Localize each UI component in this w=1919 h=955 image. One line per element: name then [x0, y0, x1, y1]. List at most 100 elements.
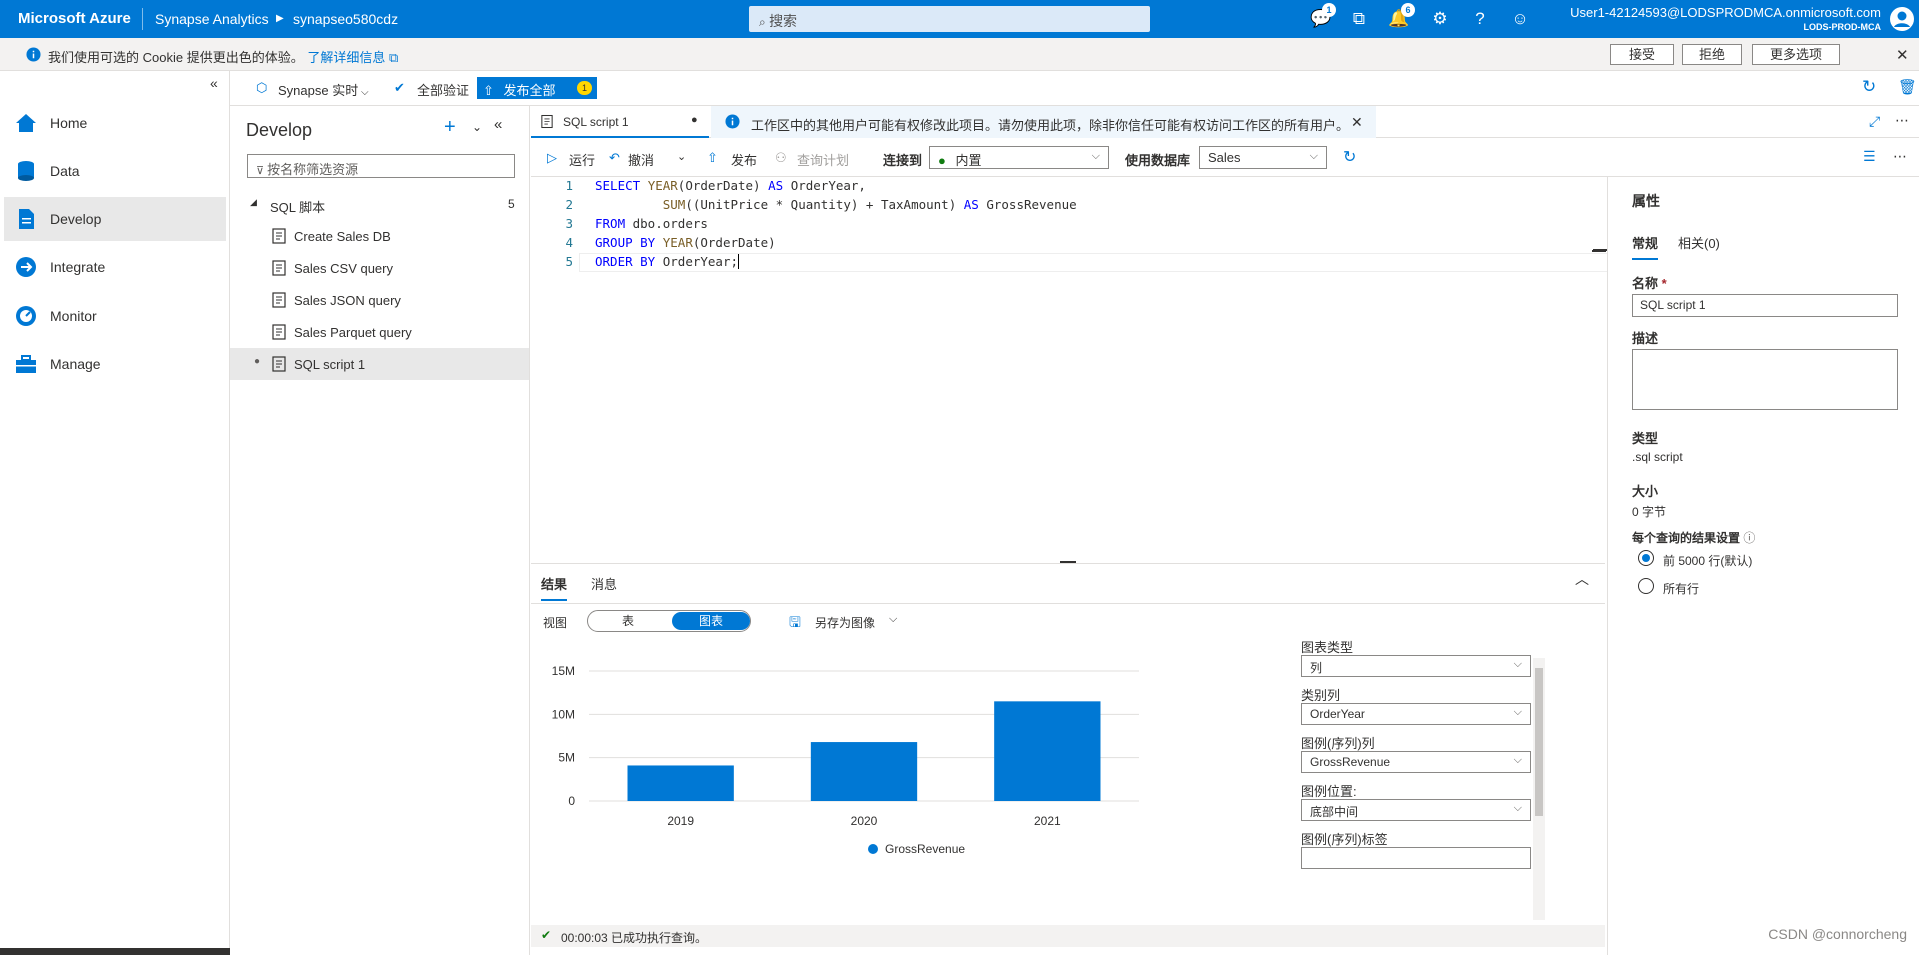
- scroll-thumb[interactable]: [1535, 668, 1543, 816]
- breadcrumb-arrow-icon: ▶: [276, 13, 284, 24]
- database-dropdown[interactable]: Sales ⌵: [1199, 146, 1327, 169]
- legend-label-input[interactable]: [1301, 847, 1531, 869]
- filter-input[interactable]: ⊽ 按名称筛选资源: [247, 154, 515, 178]
- chart-type-dropdown[interactable]: 列 ⌵: [1301, 655, 1531, 677]
- refresh-icon[interactable]: ↻: [1343, 147, 1356, 167]
- chevron-down-icon: ⌵: [1091, 150, 1100, 162]
- view-chart-option[interactable]: 图表: [672, 612, 750, 630]
- tree-item-label: Sales JSON query: [294, 293, 401, 308]
- tab-results[interactable]: 结果: [541, 574, 568, 601]
- info-icon: [725, 114, 740, 129]
- tab-general[interactable]: 常规: [1632, 233, 1659, 260]
- more-icon[interactable]: ⋯: [1893, 148, 1907, 165]
- more-options-button[interactable]: 更多选项: [1752, 44, 1840, 65]
- synapse-icon: ⬡: [256, 80, 268, 95]
- chart-y-tick-label: 10M: [552, 707, 575, 721]
- code-editor[interactable]: 1 2 3 4 5 SELECT YEAR(OrderDate) AS Orde…: [531, 177, 1637, 562]
- synapse-live-label: Synapse 实时: [278, 83, 359, 98]
- nav-item-monitor[interactable]: Monitor: [4, 294, 226, 338]
- validate-icon: ✔: [394, 80, 405, 95]
- status-ok-icon: ●: [938, 153, 946, 168]
- discard-icon[interactable]: 🗑: [1898, 78, 1917, 96]
- settings-gear-icon[interactable]: ⚙: [1429, 9, 1451, 29]
- publish-all-button[interactable]: ⇧ 发布全部 1: [477, 77, 597, 99]
- legend-position-dropdown[interactable]: 底部中间 ⌵: [1301, 799, 1531, 821]
- view-label: 视图: [543, 616, 568, 630]
- tree-item-sales-json-query[interactable]: Sales JSON query: [230, 284, 529, 316]
- status-bar: ✔ 00:00:03 已成功执行查询。: [531, 925, 1605, 947]
- close-icon[interactable]: ✕: [1351, 114, 1363, 131]
- synapse-live-dropdown[interactable]: Synapse 实时 ⌵: [278, 80, 369, 99]
- category-column-dropdown[interactable]: OrderYear ⌵: [1301, 703, 1531, 725]
- properties-icon[interactable]: ☰: [1863, 148, 1876, 165]
- connect-to-dropdown[interactable]: ● 内置 ⌵: [929, 146, 1109, 169]
- collapse-all-icon[interactable]: ⌄: [472, 120, 482, 134]
- publish-button[interactable]: 发布: [731, 150, 757, 169]
- collapse-pane-icon[interactable]: «: [494, 116, 502, 133]
- unsaved-dot-icon: ●: [254, 356, 261, 367]
- nav-item-develop[interactable]: Develop: [4, 197, 226, 241]
- directory-switch-icon[interactable]: ⧉: [1348, 9, 1370, 29]
- validate-all-button[interactable]: 全部验证: [417, 80, 469, 99]
- feedback-person-icon[interactable]: ☺: [1509, 9, 1531, 29]
- chevron-down-icon: ⌵: [1513, 658, 1522, 670]
- expand-icon[interactable]: ⤢: [1869, 113, 1880, 130]
- editor-tabs: SQL script 1 ● 工作区中的其他用户可能有权修改此项目。请勿使用此项…: [531, 106, 1919, 138]
- unsaved-dot-icon[interactable]: ●: [691, 114, 698, 126]
- search-input[interactable]: ⌕ 搜索: [749, 6, 1150, 32]
- tree-item-sql-script-1[interactable]: ● SQL script 1: [230, 348, 529, 380]
- legend-series-dropdown[interactable]: GrossRevenue ⌵: [1301, 751, 1531, 773]
- develop-pane: Develop + ⌄ « ⊽ 按名称筛选资源 ◢ SQL 脚本 5 Creat…: [230, 106, 530, 955]
- add-icon[interactable]: +: [444, 116, 456, 139]
- collapse-nav-icon[interactable]: «: [210, 75, 218, 91]
- user-account[interactable]: User1-42124593@LODSPRODMCA.onmicrosoft.c…: [1570, 5, 1881, 35]
- nav-item-integrate[interactable]: Integrate: [4, 245, 226, 289]
- tab-related[interactable]: 相关(0): [1678, 233, 1720, 252]
- nav-item-data[interactable]: Data: [4, 149, 226, 193]
- chevron-down-icon[interactable]: ⌄: [677, 150, 686, 163]
- gauge-icon: [16, 306, 36, 326]
- view-table-option[interactable]: 表: [588, 612, 668, 630]
- chevron-down-icon[interactable]: ⌵: [889, 613, 897, 626]
- query-plan-button[interactable]: 查询计划: [797, 150, 849, 169]
- settings-scrollbar[interactable]: [1533, 658, 1545, 920]
- tree-item-sales-parquet-query[interactable]: Sales Parquet query: [230, 316, 529, 348]
- save-as-image-button[interactable]: 另存为图像: [815, 614, 875, 631]
- nav-item-manage[interactable]: Manage: [4, 342, 226, 386]
- code-line: SUM((UnitPrice * Quantity) + TaxAmount) …: [662, 197, 1077, 212]
- divider: [142, 8, 143, 30]
- tree-item-create-sales-db[interactable]: Create Sales DB: [230, 220, 529, 252]
- tree-item-sales-csv-query[interactable]: Sales CSV query: [230, 252, 529, 284]
- tab-sql-script-1[interactable]: SQL script 1 ●: [531, 106, 709, 138]
- sql-script-icon: [272, 292, 286, 308]
- pane-splitter-handle[interactable]: [1592, 250, 1606, 252]
- breadcrumb-app[interactable]: Synapse Analytics: [155, 11, 269, 27]
- name-input[interactable]: SQL script 1: [1632, 294, 1898, 317]
- chevron-up-icon[interactable]: ︿: [1575, 569, 1589, 589]
- chevron-down-icon: ⌵: [1513, 802, 1522, 814]
- view-toggle[interactable]: 表 图表: [587, 610, 751, 632]
- tree-group-sql-scripts[interactable]: ◢ SQL 脚本 5: [230, 188, 529, 220]
- accept-cookies-button[interactable]: 接受: [1610, 44, 1674, 65]
- tab-messages[interactable]: 消息: [591, 574, 617, 593]
- radio-first-5000[interactable]: [1638, 550, 1654, 566]
- run-button[interactable]: 运行: [569, 150, 595, 169]
- nav-label: Data: [50, 163, 80, 179]
- help-icon[interactable]: ?: [1469, 9, 1491, 29]
- undo-button[interactable]: 撤消: [628, 150, 654, 169]
- more-icon[interactable]: ⋯: [1895, 112, 1909, 129]
- chart-legend: GrossRevenue: [868, 842, 965, 856]
- refresh-icon[interactable]: ↻: [1862, 77, 1876, 97]
- radio-all-rows[interactable]: [1638, 578, 1654, 594]
- description-input[interactable]: [1632, 349, 1898, 410]
- brand-title[interactable]: Microsoft Azure: [18, 10, 131, 27]
- avatar-icon[interactable]: [1889, 6, 1915, 32]
- close-icon[interactable]: ✕: [1896, 46, 1909, 64]
- chevron-down-icon: ⌵: [1513, 706, 1522, 718]
- breadcrumb-workspace[interactable]: synapseo580cdz: [293, 11, 398, 27]
- nav-item-home[interactable]: Home: [4, 101, 226, 145]
- reject-cookies-button[interactable]: 拒绝: [1682, 44, 1742, 65]
- publish-count-badge: 1: [577, 81, 592, 95]
- save-image-icon: 🖫: [789, 614, 801, 630]
- learn-more-link[interactable]: 了解详细信息: [307, 50, 385, 65]
